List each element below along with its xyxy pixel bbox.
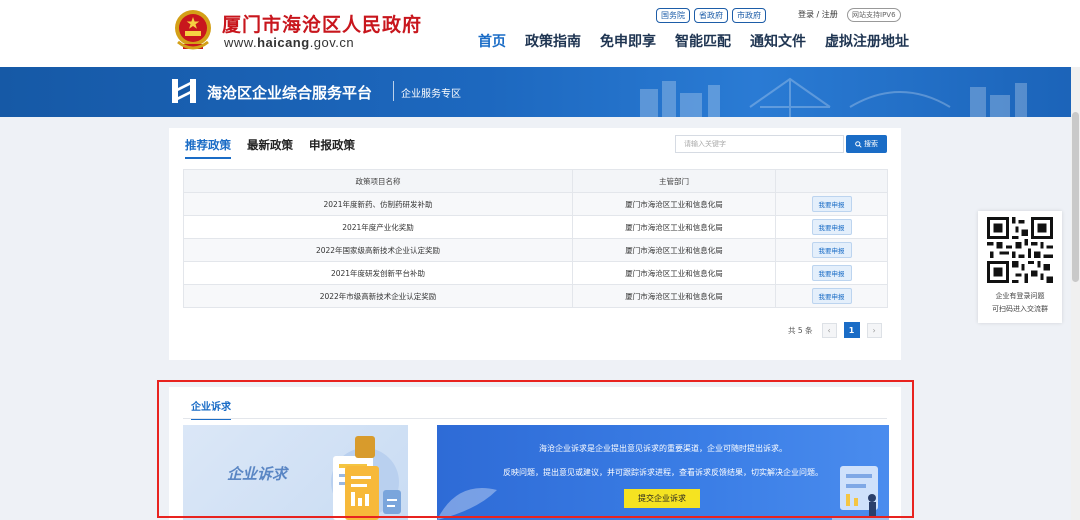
banner-divider [393,81,394,101]
site-name[interactable]: 厦门市海沧区人民政府 [222,10,422,37]
qr-caption-line1: 企业有登录问题 [995,292,1045,300]
column-header-action [775,169,888,193]
highlight-annotation-box [157,380,914,518]
policy-name-cell[interactable]: 2021年度产业化奖励 [183,215,573,239]
site-header: 厦门市海沧区人民政府 www.haicang.gov.cn 国务院 省政府 市政… [0,0,1080,67]
policy-name-cell[interactable]: 2022年国家级高新技术企业认定奖励 [183,238,573,262]
nav-notices[interactable]: 通知文件 [750,31,806,51]
search-button-label: 搜索 [864,140,878,148]
pagination: 共 5 条 ‹ 1 › [788,322,882,338]
search-icon [855,140,862,148]
nav-policy-guide[interactable]: 政策指南 [525,31,581,51]
apply-button[interactable]: 我要申报 [811,242,852,258]
qr-code-icon [987,217,1053,283]
policy-panel: 推荐政策 最新政策 申报政策 搜索 政策项目名称 主管部门 2021年度新药、仿… [169,128,901,360]
ipv6-badge: 网站支持IPV6 [847,8,901,22]
policy-name-cell[interactable]: 2022年市级高新技术企业认定奖励 [183,284,573,308]
site-url: www.haicang.gov.cn [224,35,354,50]
action-cell: 我要申报 [775,192,888,216]
table-row: 2021年度研发创新平台补助 厦门市海沧区工业和信息化局 我要申报 [183,261,888,285]
policy-name-cell[interactable]: 2021年度研发创新平台补助 [183,261,573,285]
login-register-link[interactable]: 登录 / 注册 [798,9,838,20]
pagination-total: 共 5 条 [788,325,813,335]
platform-banner: 海沧区企业综合服务平台 企业服务专区 [0,67,1080,117]
nav-exempt-apply[interactable]: 免申即享 [600,31,656,51]
table-row: 2021年度新药、仿制药研发补助 厦门市海沧区工业和信息化局 我要申报 [183,192,888,216]
column-header-policy-name: 政策项目名称 [183,169,573,193]
department-cell: 厦门市海沧区工业和信息化局 [572,215,776,239]
policy-table: 政策项目名称 主管部门 2021年度新药、仿制药研发补助 厦门市海沧区工业和信息… [183,169,888,308]
platform-subtitle: 企业服务专区 [401,89,461,100]
table-row: 2022年市级高新技术企业认定奖励 厦门市海沧区工业和信息化局 我要申报 [183,284,888,308]
action-cell: 我要申报 [775,284,888,308]
table-row: 2021年度产业化奖励 厦门市海沧区工业和信息化局 我要申报 [183,215,888,239]
next-page-button[interactable]: › [866,322,882,338]
search-button[interactable]: 搜索 [846,135,887,153]
search-input[interactable] [675,135,844,153]
table-header-row: 政策项目名称 主管部门 [183,169,888,193]
site-url-domain: haicang [257,35,310,50]
nav-home[interactable]: 首页 [478,31,506,51]
tab-apply-policy[interactable]: 申报政策 [309,137,355,159]
site-url-prefix: www. [224,35,258,50]
department-cell: 厦门市海沧区工业和信息化局 [572,192,776,216]
tab-recommended-policy[interactable]: 推荐政策 [185,137,231,159]
gov-link-province[interactable]: 省政府 [694,8,728,23]
department-cell: 厦门市海沧区工业和信息化局 [572,238,776,262]
qr-float-panel: 企业有登录问题 可扫码进入交流群 [978,211,1062,323]
gov-links: 国务院 省政府 市政府 [656,8,766,23]
gov-link-state-council[interactable]: 国务院 [656,8,690,23]
scrollbar-thumb[interactable] [1072,112,1079,282]
apply-button[interactable]: 我要申报 [811,219,852,235]
site-url-suffix: .gov.cn [309,35,355,50]
department-cell: 厦门市海沧区工业和信息化局 [572,261,776,285]
prev-page-button[interactable]: ‹ [821,322,837,338]
tab-latest-policy[interactable]: 最新政策 [247,137,293,159]
skyline-decoration-icon [640,77,1027,117]
action-cell: 我要申报 [775,261,888,285]
nav-smart-match[interactable]: 智能匹配 [675,31,731,51]
national-emblem-icon [175,10,211,50]
policy-tabs: 推荐政策 最新政策 申报政策 [185,137,355,159]
platform-logo-icon [172,79,196,103]
page-number-button[interactable]: 1 [843,322,860,338]
action-cell: 我要申报 [775,215,888,239]
main-nav: 首页 政策指南 免申即享 智能匹配 通知文件 虚拟注册地址 [478,31,909,51]
qr-caption-line2: 可扫码进入交流群 [992,305,1048,313]
column-header-department: 主管部门 [572,169,776,193]
department-cell: 厦门市海沧区工业和信息化局 [572,284,776,308]
page-scrollbar[interactable] [1071,67,1080,520]
table-row: 2022年国家级高新技术企业认定奖励 厦门市海沧区工业和信息化局 我要申报 [183,238,888,262]
apply-button[interactable]: 我要申报 [811,288,852,304]
policy-name-cell[interactable]: 2021年度新药、仿制药研发补助 [183,192,573,216]
gov-link-city[interactable]: 市政府 [732,8,766,23]
platform-title: 海沧区企业综合服务平台 [207,84,373,102]
apply-button[interactable]: 我要申报 [811,265,852,281]
apply-button[interactable]: 我要申报 [811,196,852,212]
nav-virtual-address[interactable]: 虚拟注册地址 [825,31,909,51]
action-cell: 我要申报 [775,238,888,262]
